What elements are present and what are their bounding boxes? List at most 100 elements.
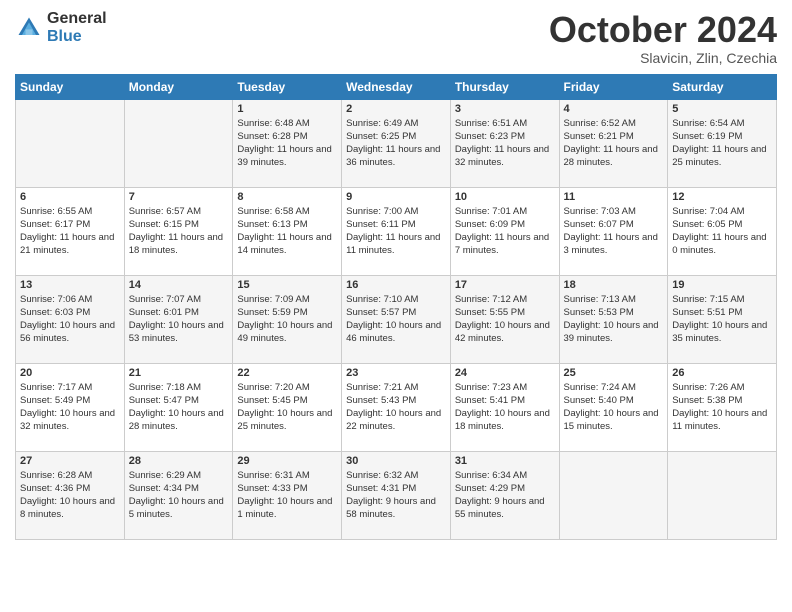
calendar-cell xyxy=(668,451,777,539)
day-info: Sunrise: 7:20 AM Sunset: 5:45 PM Dayligh… xyxy=(237,381,337,434)
day-number: 20 xyxy=(20,367,120,379)
calendar-cell: 3 Sunrise: 6:51 AM Sunset: 6:23 PM Daylig… xyxy=(450,99,559,187)
calendar-cell xyxy=(124,99,233,187)
day-number: 18 xyxy=(564,279,664,291)
title-block: October 2024 Slavicin, Zlin, Czechia xyxy=(549,10,777,66)
calendar-cell: 9 Sunrise: 7:00 AM Sunset: 6:11 PM Daylig… xyxy=(342,187,451,275)
calendar-cell: 23 Sunrise: 7:21 AM Sunset: 5:43 PM Dayli… xyxy=(342,363,451,451)
calendar-cell: 24Sunrise: 7:23 AM Sunset: 5:41 PM Dayli… xyxy=(450,363,559,451)
day-info: Sunrise: 7:21 AM Sunset: 5:43 PM Dayligh… xyxy=(346,381,446,434)
day-number: 15 xyxy=(237,279,337,291)
day-info: Sunrise: 7:23 AM Sunset: 5:41 PM Dayligh… xyxy=(455,381,555,434)
calendar-cell: 18 Sunrise: 7:13 AM Sunset: 5:53 PM Dayli… xyxy=(559,275,668,363)
day-info: Sunrise: 6:58 AM Sunset: 6:13 PM Dayligh… xyxy=(237,205,337,258)
calendar-cell: 6 Sunrise: 6:55 AM Sunset: 6:17 PM Daylig… xyxy=(16,187,125,275)
calendar-cell: 31 Sunrise: 6:34 AM Sunset: 4:29 PM Dayli… xyxy=(450,451,559,539)
col-friday: Friday xyxy=(559,74,668,99)
day-info: Sunrise: 6:28 AM Sunset: 4:36 PM Dayligh… xyxy=(20,469,120,522)
day-info: Sunrise: 6:32 AM Sunset: 4:31 PM Dayligh… xyxy=(346,469,446,522)
day-info: Sunrise: 7:24 AM Sunset: 5:40 PM Dayligh… xyxy=(564,381,664,434)
day-number: 6 xyxy=(20,191,120,203)
day-info: Sunrise: 7:07 AM Sunset: 6:01 PM Dayligh… xyxy=(129,293,229,346)
day-number: 26 xyxy=(672,367,772,379)
calendar-cell: 2 Sunrise: 6:49 AM Sunset: 6:25 PM Daylig… xyxy=(342,99,451,187)
day-number: 29 xyxy=(237,455,337,467)
day-info: Sunrise: 6:48 AM Sunset: 6:28 PM Dayligh… xyxy=(237,117,337,170)
day-number: 25 xyxy=(564,367,664,379)
day-number: 9 xyxy=(346,191,446,203)
calendar-cell: 7 Sunrise: 6:57 AM Sunset: 6:15 PM Daylig… xyxy=(124,187,233,275)
col-wednesday: Wednesday xyxy=(342,74,451,99)
calendar-cell: 26Sunrise: 7:26 AM Sunset: 5:38 PM Dayli… xyxy=(668,363,777,451)
day-number: 11 xyxy=(564,191,664,203)
day-number: 1 xyxy=(237,103,337,115)
day-info: Sunrise: 7:00 AM Sunset: 6:11 PM Dayligh… xyxy=(346,205,446,258)
day-info: Sunrise: 6:49 AM Sunset: 6:25 PM Dayligh… xyxy=(346,117,446,170)
logo: General Blue xyxy=(15,10,107,46)
calendar-cell: 19Sunrise: 7:15 AM Sunset: 5:51 PM Dayli… xyxy=(668,275,777,363)
col-thursday: Thursday xyxy=(450,74,559,99)
col-sunday: Sunday xyxy=(16,74,125,99)
calendar-row-5: 27 Sunrise: 6:28 AM Sunset: 4:36 PM Dayli… xyxy=(16,451,777,539)
calendar-cell: 21Sunrise: 7:18 AM Sunset: 5:47 PM Dayli… xyxy=(124,363,233,451)
calendar-cell: 5Sunrise: 6:54 AM Sunset: 6:19 PM Daylig… xyxy=(668,99,777,187)
calendar-cell: 15 Sunrise: 7:09 AM Sunset: 5:59 PM Dayli… xyxy=(233,275,342,363)
header: General Blue October 2024 Slavicin, Zlin… xyxy=(15,10,777,66)
day-number: 5 xyxy=(672,103,772,115)
day-number: 28 xyxy=(129,455,229,467)
calendar-cell: 4 Sunrise: 6:52 AM Sunset: 6:21 PM Daylig… xyxy=(559,99,668,187)
day-info: Sunrise: 6:34 AM Sunset: 4:29 PM Dayligh… xyxy=(455,469,555,522)
col-monday: Monday xyxy=(124,74,233,99)
page: General Blue October 2024 Slavicin, Zlin… xyxy=(0,0,792,612)
calendar-cell: 30 Sunrise: 6:32 AM Sunset: 4:31 PM Dayli… xyxy=(342,451,451,539)
day-number: 8 xyxy=(237,191,337,203)
day-number: 21 xyxy=(129,367,229,379)
calendar-cell: 1 Sunrise: 6:48 AM Sunset: 6:28 PM Daylig… xyxy=(233,99,342,187)
day-number: 16 xyxy=(346,279,446,291)
day-number: 27 xyxy=(20,455,120,467)
day-number: 7 xyxy=(129,191,229,203)
calendar-cell: 17 Sunrise: 7:12 AM Sunset: 5:55 PM Dayli… xyxy=(450,275,559,363)
day-number: 22 xyxy=(237,367,337,379)
day-number: 14 xyxy=(129,279,229,291)
calendar-row-2: 6 Sunrise: 6:55 AM Sunset: 6:17 PM Daylig… xyxy=(16,187,777,275)
calendar-cell: 22 Sunrise: 7:20 AM Sunset: 5:45 PM Dayli… xyxy=(233,363,342,451)
day-number: 3 xyxy=(455,103,555,115)
day-number: 4 xyxy=(564,103,664,115)
calendar-cell: 29 Sunrise: 6:31 AM Sunset: 4:33 PM Dayli… xyxy=(233,451,342,539)
day-info: Sunrise: 7:04 AM Sunset: 6:05 PM Dayligh… xyxy=(672,205,772,258)
calendar-cell: 10Sunrise: 7:01 AM Sunset: 6:09 PM Dayli… xyxy=(450,187,559,275)
day-info: Sunrise: 6:52 AM Sunset: 6:21 PM Dayligh… xyxy=(564,117,664,170)
calendar-cell: 16Sunrise: 7:10 AM Sunset: 5:57 PM Dayli… xyxy=(342,275,451,363)
logo-icon xyxy=(15,14,43,42)
day-info: Sunrise: 7:09 AM Sunset: 5:59 PM Dayligh… xyxy=(237,293,337,346)
day-info: Sunrise: 6:31 AM Sunset: 4:33 PM Dayligh… xyxy=(237,469,337,522)
day-info: Sunrise: 7:01 AM Sunset: 6:09 PM Dayligh… xyxy=(455,205,555,258)
calendar-cell: 13Sunrise: 7:06 AM Sunset: 6:03 PM Dayli… xyxy=(16,275,125,363)
col-saturday: Saturday xyxy=(668,74,777,99)
day-number: 12 xyxy=(672,191,772,203)
day-number: 13 xyxy=(20,279,120,291)
day-number: 19 xyxy=(672,279,772,291)
day-info: Sunrise: 6:57 AM Sunset: 6:15 PM Dayligh… xyxy=(129,205,229,258)
day-number: 23 xyxy=(346,367,446,379)
calendar-cell: 28 Sunrise: 6:29 AM Sunset: 4:34 PM Dayli… xyxy=(124,451,233,539)
day-info: Sunrise: 6:55 AM Sunset: 6:17 PM Dayligh… xyxy=(20,205,120,258)
calendar-cell xyxy=(559,451,668,539)
day-info: Sunrise: 6:29 AM Sunset: 4:34 PM Dayligh… xyxy=(129,469,229,522)
day-info: Sunrise: 6:51 AM Sunset: 6:23 PM Dayligh… xyxy=(455,117,555,170)
day-info: Sunrise: 7:12 AM Sunset: 5:55 PM Dayligh… xyxy=(455,293,555,346)
logo-text: General Blue xyxy=(47,10,107,46)
calendar-row-3: 13Sunrise: 7:06 AM Sunset: 6:03 PM Dayli… xyxy=(16,275,777,363)
calendar-cell: 8 Sunrise: 6:58 AM Sunset: 6:13 PM Daylig… xyxy=(233,187,342,275)
calendar-cell: 25 Sunrise: 7:24 AM Sunset: 5:40 PM Dayli… xyxy=(559,363,668,451)
day-number: 30 xyxy=(346,455,446,467)
day-info: Sunrise: 7:13 AM Sunset: 5:53 PM Dayligh… xyxy=(564,293,664,346)
col-tuesday: Tuesday xyxy=(233,74,342,99)
header-row: Sunday Monday Tuesday Wednesday Thursday… xyxy=(16,74,777,99)
day-number: 2 xyxy=(346,103,446,115)
day-info: Sunrise: 7:03 AM Sunset: 6:07 PM Dayligh… xyxy=(564,205,664,258)
day-number: 17 xyxy=(455,279,555,291)
day-number: 31 xyxy=(455,455,555,467)
calendar-cell: 27 Sunrise: 6:28 AM Sunset: 4:36 PM Dayli… xyxy=(16,451,125,539)
